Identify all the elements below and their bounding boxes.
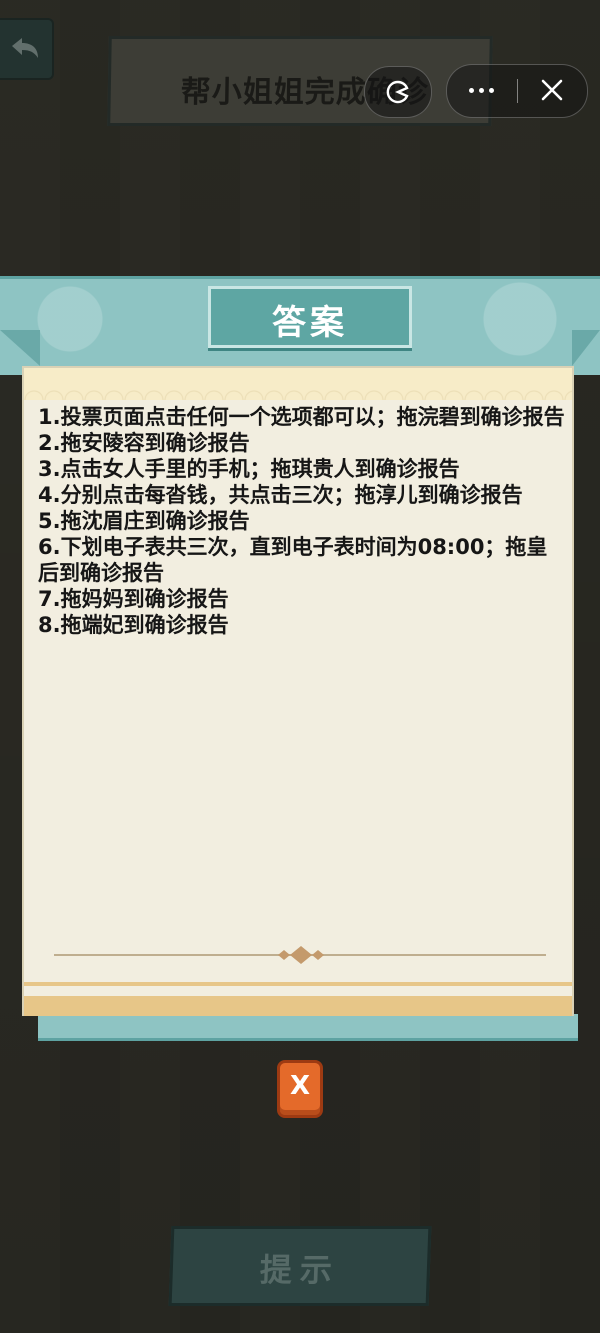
answer-item-7: 7.拖妈妈到确诊报告 bbox=[38, 587, 229, 611]
hint-button-label: 提示 bbox=[259, 1251, 341, 1289]
close-icon[interactable] bbox=[539, 77, 565, 103]
paper-wave-border bbox=[24, 368, 572, 400]
dialog-title: 答案 bbox=[272, 303, 348, 343]
hint-button[interactable]: 提示 bbox=[168, 1226, 432, 1306]
diamond-ornament-icon bbox=[278, 946, 324, 964]
mini-program-capsule bbox=[446, 64, 588, 118]
dialog-bottom-band bbox=[38, 1014, 578, 1041]
dialog-title-tab: 答案 bbox=[208, 286, 412, 348]
answer-list: 1.投票页面点击任何一个选项都可以；拖浣碧到确诊报告 2.拖安陵容到确诊报告 3… bbox=[38, 404, 568, 638]
dialog-close-button[interactable]: X bbox=[277, 1060, 323, 1118]
paper-footer-line bbox=[24, 982, 572, 986]
answer-item-2: 2.拖安陵容到确诊报告 bbox=[38, 431, 250, 455]
mini-program-game-button[interactable] bbox=[364, 66, 432, 118]
pacman-icon bbox=[386, 80, 409, 104]
answer-item-5: 5.拖沈眉庄到确诊报告 bbox=[38, 509, 250, 533]
answer-paper: 1.投票页面点击任何一个选项都可以；拖浣碧到确诊报告 2.拖安陵容到确诊报告 3… bbox=[22, 366, 574, 1016]
answer-item-6: 6.下划电子表共三次，直到电子表时间为08:00；拖皇后到确诊报告 bbox=[38, 535, 548, 585]
close-button-label: X bbox=[289, 1071, 311, 1101]
answer-item-3: 3.点击女人手里的手机；拖琪贵人到确诊报告 bbox=[38, 457, 460, 481]
more-dots-icon[interactable] bbox=[465, 77, 499, 103]
answer-item-1: 1.投票页面点击任何一个选项都可以；拖浣碧到确诊报告 bbox=[38, 405, 565, 429]
answer-item-8: 8.拖端妃到确诊报告 bbox=[38, 613, 229, 637]
answer-item-4: 4.分别点击每沓钱，共点击三次；拖淳儿到确诊报告 bbox=[38, 483, 523, 507]
capsule-divider bbox=[517, 79, 518, 103]
paper-footer-band bbox=[24, 996, 572, 1016]
